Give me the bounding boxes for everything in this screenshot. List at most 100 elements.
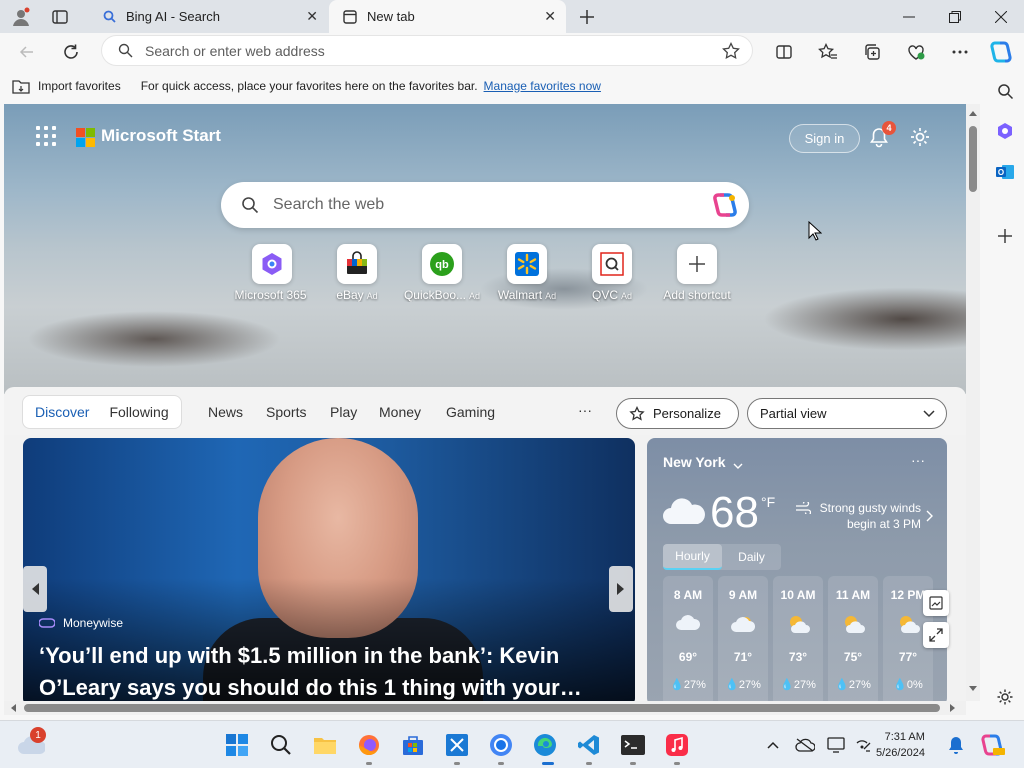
file-explorer-icon[interactable]: [310, 730, 340, 760]
tab-gaming[interactable]: Gaming: [446, 404, 495, 420]
hourly-forecast-item[interactable]: 10 AM 73° 💧27%: [773, 576, 823, 701]
snipping-tool-icon[interactable]: [442, 730, 472, 760]
carousel-prev-button[interactable]: [23, 566, 47, 612]
firefox-icon[interactable]: [354, 730, 384, 760]
horizontal-scroll-thumb[interactable]: [24, 704, 940, 712]
view-mode-select[interactable]: Partial view: [747, 398, 947, 429]
shortcut-label: eBay: [336, 288, 364, 302]
close-tab-icon[interactable]: ✕: [544, 8, 556, 25]
scroll-down-icon[interactable]: [969, 686, 977, 692]
copilot-preview-icon[interactable]: [980, 734, 1006, 756]
hourly-forecast-item[interactable]: 8 AM 69° 💧27%: [663, 576, 713, 701]
shortcut-walmart[interactable]: Walmart Ad: [485, 244, 569, 302]
scroll-left-icon[interactable]: [10, 704, 16, 712]
cloud-sync-off-icon[interactable]: [795, 735, 815, 755]
display-icon[interactable]: [826, 735, 846, 755]
tab-news[interactable]: News: [208, 404, 243, 420]
sidebar-settings-icon[interactable]: [991, 683, 1019, 711]
network-icon[interactable]: [852, 735, 872, 755]
new-tab-plus-icon[interactable]: [576, 6, 598, 28]
forecast-time: 9 AM: [728, 588, 758, 602]
profile-icon[interactable]: [10, 6, 32, 28]
carousel-next-button[interactable]: [609, 566, 633, 612]
vertical-scrollbar[interactable]: [966, 104, 980, 701]
app-launcher-icon[interactable]: [36, 126, 58, 148]
weather-alert[interactable]: Strong gusty winds begin at 3 PM: [795, 500, 921, 532]
tab-bing-ai[interactable]: Bing AI - Search ✕: [88, 0, 328, 33]
chevron-right-icon[interactable]: [925, 510, 933, 525]
copilot-icon[interactable]: [988, 39, 1014, 65]
vertical-scroll-thumb[interactable]: [969, 126, 977, 192]
forecast-precip: 0%: [906, 679, 923, 691]
manage-favorites-link[interactable]: Manage favorites now: [484, 79, 601, 93]
running-app-indicator: [586, 762, 592, 765]
add-sidebar-app-icon[interactable]: [991, 222, 1019, 250]
favorite-star-icon[interactable]: [722, 41, 740, 63]
hourly-forecast-item[interactable]: 9 AM 71° 💧27%: [718, 576, 768, 701]
notification-bell-icon[interactable]: [946, 735, 966, 755]
edge-icon[interactable]: [530, 730, 560, 760]
shortcut-quickbooks[interactable]: qb QuickBoo... Ad: [400, 244, 484, 302]
tab-actions-icon[interactable]: [49, 6, 71, 28]
weather-card[interactable]: New York ··· 68 °F Strong gusty winds be…: [647, 438, 947, 701]
scroll-right-icon[interactable]: [950, 704, 956, 712]
shortcut-microsoft-365[interactable]: Microsoft 365: [230, 244, 314, 302]
feed-more-menu[interactable]: ···: [578, 402, 592, 418]
hourly-forecast-item[interactable]: 11 AM 75° 💧27%: [828, 576, 878, 701]
search-icon[interactable]: [266, 730, 296, 760]
news-hero-card[interactable]: Moneywise ‘You’ll end up with $1.5 milli…: [23, 438, 635, 701]
tab-play[interactable]: Play: [330, 404, 357, 420]
minimize-button[interactable]: [886, 0, 932, 33]
weather-location[interactable]: New York: [663, 454, 726, 470]
microsoft-store-icon[interactable]: [398, 730, 428, 760]
split-screen-icon[interactable]: [771, 39, 797, 65]
shortcut-qvc[interactable]: QVC Ad: [570, 244, 654, 302]
tab-sports[interactable]: Sports: [266, 404, 306, 420]
address-bar[interactable]: Search or enter web address: [102, 36, 752, 65]
personalize-button[interactable]: Personalize: [616, 398, 739, 429]
web-search-box[interactable]: Search the web: [221, 182, 749, 228]
shortcut-ebay[interactable]: eBay Ad: [315, 244, 399, 302]
tab-following[interactable]: Following: [109, 404, 168, 420]
system-clock[interactable]: 7:31 AM 5/26/2024: [876, 729, 925, 761]
outlook-icon[interactable]: O: [991, 158, 1019, 186]
back-arrow-icon[interactable]: [14, 39, 40, 65]
apple-music-icon[interactable]: [662, 730, 692, 760]
chrome-icon[interactable]: [486, 730, 516, 760]
terminal-icon[interactable]: [618, 730, 648, 760]
brand-title[interactable]: Microsoft Start: [101, 126, 221, 146]
close-tab-icon[interactable]: ✕: [306, 8, 318, 25]
restore-button[interactable]: [932, 0, 978, 33]
weather-more-menu[interactable]: ···: [911, 452, 925, 468]
tab-discover[interactable]: Discover: [35, 404, 89, 420]
import-favorites-button[interactable]: Import favorites: [12, 78, 121, 94]
shortcut-label: QVC: [591, 288, 618, 302]
chevron-down-icon[interactable]: [733, 458, 743, 473]
refresh-icon[interactable]: [58, 39, 84, 65]
copilot-icon[interactable]: [711, 191, 739, 219]
search-icon: [118, 43, 133, 58]
tab-daily[interactable]: Daily: [722, 544, 781, 570]
tab-new-tab[interactable]: New tab ✕: [329, 0, 566, 33]
chevron-up-icon[interactable]: [763, 735, 783, 755]
vscode-icon[interactable]: [574, 730, 604, 760]
tab-money[interactable]: Money: [379, 404, 421, 420]
tab-hourly[interactable]: Hourly: [663, 544, 722, 570]
shortcut-add[interactable]: Add shortcut: [655, 244, 739, 302]
collections-icon[interactable]: [859, 39, 885, 65]
sign-in-button[interactable]: Sign in: [789, 124, 860, 153]
search-icon[interactable]: [991, 77, 1019, 105]
favorites-icon[interactable]: [815, 39, 841, 65]
more-menu-icon[interactable]: [947, 39, 973, 65]
image-edit-icon[interactable]: [923, 590, 949, 616]
close-window-button[interactable]: [978, 0, 1024, 33]
microsoft-365-icon[interactable]: [991, 117, 1019, 145]
page-settings-icon[interactable]: [909, 126, 933, 150]
start-menu-icon[interactable]: [222, 730, 252, 760]
horizontal-scrollbar[interactable]: [4, 701, 966, 715]
scroll-up-icon[interactable]: [969, 110, 977, 116]
browser-essentials-icon[interactable]: [903, 39, 929, 65]
expand-icon[interactable]: [923, 622, 949, 648]
news-headline[interactable]: ‘You’ll end up with $1.5 million in the …: [39, 640, 619, 701]
ad-label: Ad: [366, 291, 378, 301]
